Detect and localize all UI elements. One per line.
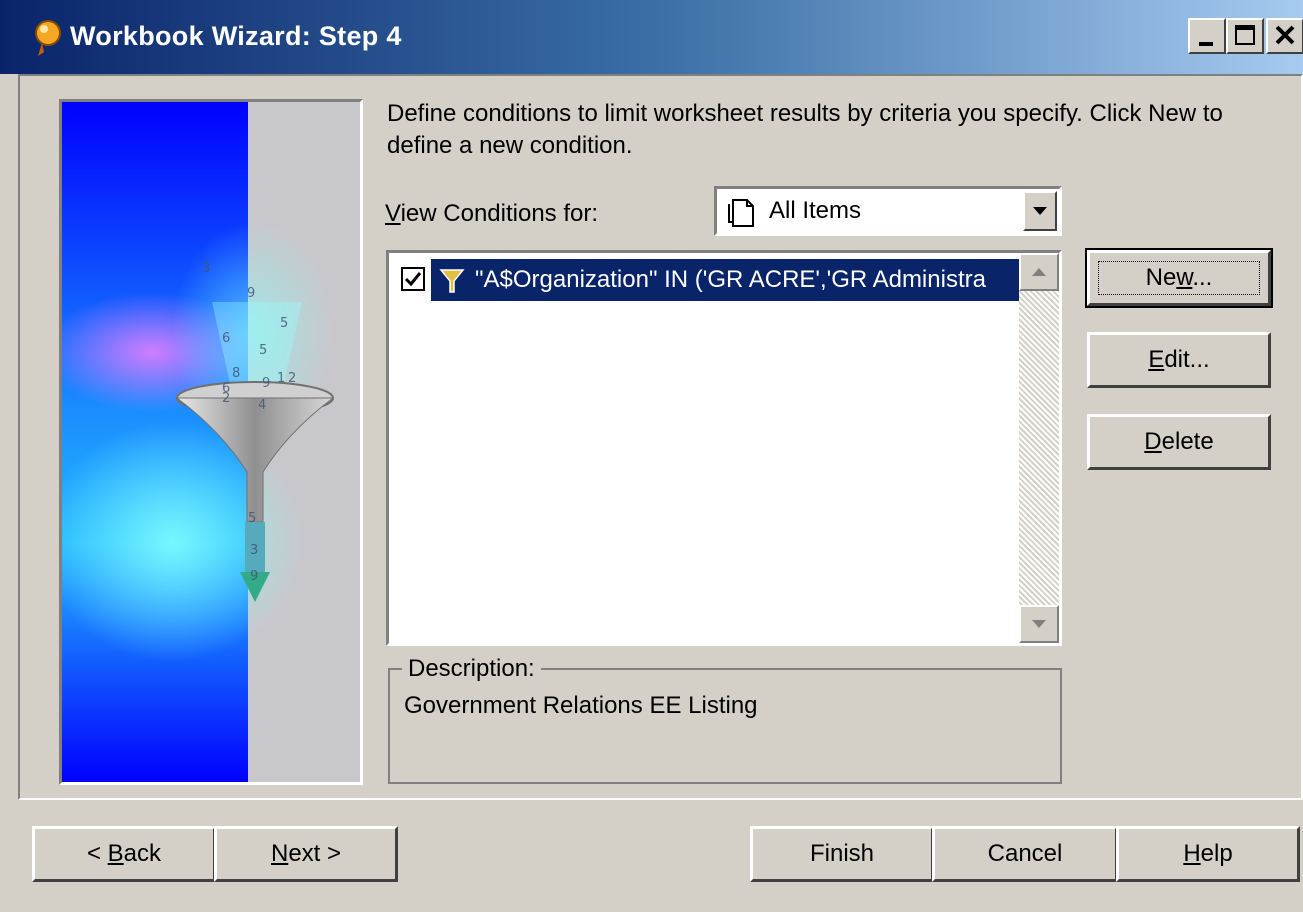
list-item[interactable]: "A$Organization" IN ('GR ACRE','GR Admin… [395, 259, 1025, 301]
wizard-illustration: 3 9 5 6 5 8 2 9 1 2 4 6 5 3 9 [59, 99, 363, 785]
focus-rectangle [1098, 261, 1260, 295]
svg-text:5: 5 [248, 511, 256, 526]
minimize-button[interactable] [1188, 18, 1226, 54]
maximize-icon [1235, 25, 1255, 45]
close-icon [1275, 25, 1295, 45]
svg-text:3: 3 [250, 543, 258, 558]
scroll-down-button[interactable] [1019, 605, 1059, 643]
svg-text:9: 9 [247, 286, 255, 301]
condition-row-selected[interactable]: "A$Organization" IN ('GR ACRE','GR Admin… [431, 259, 1025, 301]
maximize-button[interactable] [1226, 18, 1264, 54]
description-label: Description: [402, 654, 541, 684]
arrow-down-icon [1032, 620, 1046, 628]
funnel-icon [439, 269, 465, 293]
list-vertical-scrollbar[interactable] [1019, 253, 1059, 643]
scroll-up-button[interactable] [1019, 253, 1059, 291]
new-button[interactable]: New... [1085, 248, 1273, 308]
svg-text:9: 9 [262, 376, 270, 391]
svg-text:6: 6 [222, 331, 230, 346]
checkmark-icon [404, 272, 422, 287]
next-button[interactable]: Next > [214, 826, 398, 882]
svg-text:4: 4 [258, 398, 266, 413]
title-bar: Workbook Wizard: Step 4 [0, 0, 1303, 74]
description-group: Description: Government Relations EE Lis… [388, 654, 1062, 784]
close-button[interactable] [1266, 18, 1303, 54]
dropdown-selected-value: All Items [769, 197, 862, 224]
svg-text:1: 1 [277, 371, 285, 386]
svg-text:6: 6 [222, 381, 230, 396]
app-icon [35, 20, 61, 56]
conditions-list[interactable]: "A$Organization" IN ('GR ACRE','GR Admin… [386, 250, 1062, 646]
funnel-illustration-icon: 3 9 5 6 5 8 2 9 1 2 4 6 5 3 9 [62, 102, 360, 782]
instructions-text: Define conditions to limit worksheet res… [387, 100, 1223, 159]
svg-text:8: 8 [232, 366, 240, 381]
view-conditions-dropdown[interactable]: All Items [714, 186, 1062, 236]
svg-text:5: 5 [280, 316, 288, 331]
delete-button[interactable]: Delete [1087, 414, 1271, 470]
svg-text:2: 2 [288, 371, 296, 386]
svg-text:3: 3 [202, 261, 210, 276]
chevron-down-icon [1033, 207, 1047, 215]
arrow-up-icon [1032, 268, 1046, 276]
window-title: Workbook Wizard: Step 4 [70, 21, 402, 51]
svg-text:9: 9 [250, 569, 258, 584]
view-conditions-label: View Conditions for: [385, 200, 599, 227]
edit-button[interactable]: Edit... [1087, 332, 1271, 388]
condition-checkbox[interactable] [401, 267, 425, 291]
condition-text: "A$Organization" IN ('GR ACRE','GR Admin… [475, 266, 986, 293]
help-button[interactable]: Help [1116, 826, 1300, 882]
svg-text:5: 5 [259, 343, 267, 358]
finish-button[interactable]: Finish [750, 826, 934, 882]
description-text: Government Relations EE Listing [404, 692, 758, 719]
dropdown-arrow-button[interactable] [1023, 191, 1057, 231]
cancel-button[interactable]: Cancel [932, 826, 1118, 882]
minimize-icon [1199, 42, 1213, 46]
document-icon [728, 199, 754, 227]
back-button[interactable]: < Back [32, 826, 216, 882]
